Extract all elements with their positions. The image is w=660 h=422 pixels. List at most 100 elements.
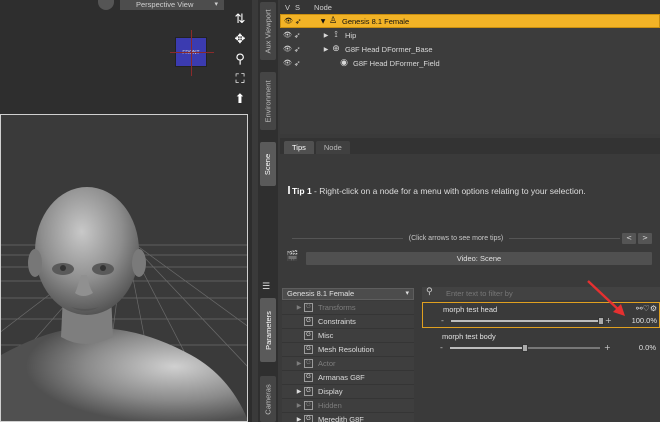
node-type-icon: ⟟ <box>334 30 338 40</box>
eye-icon[interactable]: 👁 <box>283 59 292 67</box>
video-scene-button[interactable]: Video: Scene <box>306 252 652 265</box>
tab-cameras[interactable]: Cameras <box>260 376 276 422</box>
select-arrow-icon[interactable]: ➶ <box>294 59 301 68</box>
ear-left <box>28 249 42 277</box>
select-arrow-icon[interactable]: ➶ <box>295 17 302 26</box>
group-icon: G <box>304 359 313 368</box>
scene-node-label: Genesis 8.1 Female <box>342 16 410 26</box>
group-icon: G <box>304 345 313 354</box>
expand-arrow-icon[interactable]: ▶ <box>294 402 304 409</box>
scene-node-row[interactable]: 👁 ➶ ◉ G8F Head DFormer_Field <box>280 56 660 70</box>
parameter-group-item[interactable]: G Mesh Resolution <box>282 343 414 357</box>
slider-fill <box>451 320 601 322</box>
select-arrow-icon[interactable]: ➶ <box>294 45 301 54</box>
group-icon: G <box>304 331 313 340</box>
view-select[interactable]: Perspective View ▾ <box>120 0 224 10</box>
tab-parameters-label: Parameters <box>263 310 273 350</box>
expand-arrow-icon[interactable]: ▶ <box>294 360 304 367</box>
camera-options-button[interactable] <box>98 0 114 10</box>
tab-aux-viewport-label: Aux Viewport <box>263 8 273 54</box>
tab-environment[interactable]: Environment <box>260 72 276 130</box>
column-selectable[interactable]: S <box>290 3 300 12</box>
scene-node-row[interactable]: 👁 ➶ ▶ ⊕ G8F Head DFormer_Base <box>280 42 660 56</box>
expand-arrow-icon[interactable]: ▶ <box>322 32 330 39</box>
parameter-group-item[interactable]: G Constraints <box>282 315 414 329</box>
prev-tip-button[interactable]: < <box>622 232 636 244</box>
scene-header: V S Node <box>280 0 660 14</box>
tab-scene[interactable]: Scene <box>260 142 276 186</box>
tab-tips[interactable]: Tips <box>284 141 314 154</box>
tab-environment-label: Environment <box>263 79 273 123</box>
pane-options-icon[interactable]: ☰ <box>262 282 274 292</box>
viewport-render-area[interactable] <box>0 114 248 422</box>
column-visible[interactable]: V <box>280 3 290 12</box>
slider-value[interactable]: 0.0% <box>639 343 656 352</box>
annotation-arrow <box>587 280 625 316</box>
scene-node-row[interactable]: 👁 ➶ ▼ ♙ Genesis 8.1 Female <box>280 14 660 28</box>
scene-node-label: G8F Head DFormer_Base <box>345 44 433 54</box>
slider-track[interactable] <box>451 317 604 325</box>
tab-aux-viewport[interactable]: Aux Viewport <box>260 2 276 60</box>
viewport[interactable]: Perspective View ▾ FRONT ⇅ ✥ ⚲ ⛶ ⬆ <box>0 0 252 422</box>
camera-pan-icon[interactable]: ✥ <box>231 32 249 48</box>
zoom-icon[interactable]: ⚲ <box>231 52 249 68</box>
slider-value[interactable]: 100.0% <box>632 316 657 325</box>
eye-icon[interactable]: 👁 <box>283 31 292 39</box>
parameter-group-item[interactable]: ▶ G Meredith G8F <box>282 413 414 422</box>
next-tip-button[interactable]: > <box>638 232 652 244</box>
select-arrow-icon[interactable]: ➶ <box>294 31 301 40</box>
expand-arrow-icon[interactable]: ▶ <box>294 304 304 311</box>
tips-pane: Tips Node Tip 1 - Right-click on a node … <box>280 138 660 272</box>
parameter-group-label: Transforms <box>318 303 356 312</box>
expand-arrow-icon[interactable]: ▼ <box>319 18 327 25</box>
parameter-group-label: Actor <box>318 359 336 368</box>
parameter-group-label: Constraints <box>318 317 356 326</box>
tips-tab-bar: Tips Node <box>280 138 660 154</box>
frame-icon[interactable]: ⛶ <box>231 72 249 88</box>
eye-icon[interactable]: 👁 <box>284 17 293 25</box>
cube-axis-vertical <box>191 30 192 76</box>
parameter-group-item[interactable]: ▶ G Display <box>282 385 414 399</box>
tab-node[interactable]: Node <box>315 141 350 154</box>
tab-scene-label: Scene <box>263 153 273 175</box>
navigation-cube[interactable]: FRONT <box>170 30 214 76</box>
scene-tree: 👁 ➶ ▼ ♙ Genesis 8.1 Female 👁 ➶ ▶ ⟟ Hip 👁 ➶ ▶ ⊕ G8F Hea… <box>280 14 660 70</box>
tab-parameters[interactable]: Parameters <box>260 298 276 362</box>
tip-body: - Right-click on a node for a menu with … <box>311 186 586 196</box>
parameter-group-item[interactable]: G Armanas G8F <box>282 371 414 385</box>
slider-options-icons[interactable]: ⚯♡⚙ <box>636 304 657 313</box>
group-icon: G <box>304 317 313 326</box>
scene-node-row[interactable]: 👁 ➶ ▶ ⟟ Hip <box>280 28 660 42</box>
slider-track[interactable] <box>450 344 600 352</box>
eye-icon[interactable]: 👁 <box>283 45 292 53</box>
tip-text: Tip 1 - Right-click on a node for a menu… <box>292 186 652 196</box>
parameter-group-label: Armanas G8F <box>318 373 365 382</box>
decrement-button[interactable]: - <box>441 316 444 325</box>
node-type-icon: ◉ <box>340 58 348 68</box>
increment-button[interactable]: + <box>604 343 611 352</box>
group-icon: G <box>304 387 313 396</box>
figure-select[interactable]: Genesis 8.1 Female ▾ <box>282 288 414 300</box>
node-type-icon: ⊕ <box>332 44 340 54</box>
side-tab-strip: Aux Viewport Environment Scene Parameter… <box>258 0 278 422</box>
parameter-group-item[interactable]: ▶ G Transforms <box>282 301 414 315</box>
reset-view-icon[interactable]: ⬆ <box>231 92 249 108</box>
slider-fill <box>450 347 525 349</box>
expand-arrow-icon[interactable]: ▶ <box>322 46 330 53</box>
group-icon: G <box>304 415 313 422</box>
slider-thumb[interactable] <box>522 344 528 352</box>
slider-track-row: - +0.0% <box>436 343 658 353</box>
parameter-group-item[interactable]: G Misc <box>282 329 414 343</box>
camera-orbit-icon[interactable]: ⇅ <box>231 12 249 28</box>
column-node[interactable]: Node <box>300 3 332 12</box>
expand-arrow-icon[interactable]: ▶ <box>294 388 304 395</box>
parameter-group-item[interactable]: ▶ G Hidden <box>282 399 414 413</box>
chevron-down-icon: ▾ <box>405 290 409 297</box>
torso <box>1 329 247 421</box>
parameter-group-item[interactable]: ▶ G Actor <box>282 357 414 371</box>
tip-navigation: (Click arrows to see more tips) < > <box>292 232 652 244</box>
decrement-button[interactable]: - <box>440 343 443 352</box>
morph-slider[interactable]: morph test body - +0.0% <box>422 330 660 356</box>
expand-arrow-icon[interactable]: ▶ <box>294 416 304 422</box>
node-type-icon: ♙ <box>328 16 338 26</box>
